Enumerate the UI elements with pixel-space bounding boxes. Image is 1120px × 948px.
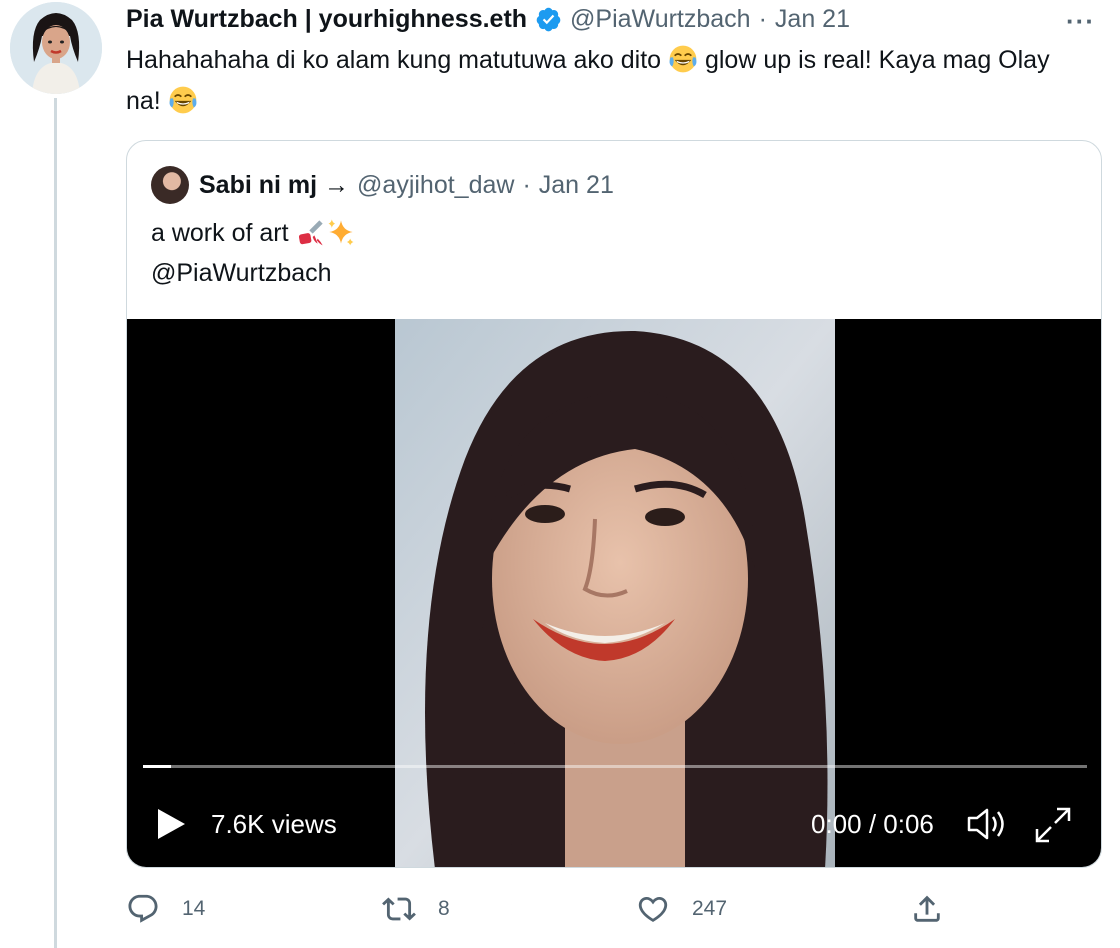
quoted-tweet[interactable]: Sabi ni mj → @ayjihot_daw · Jan 21 a wor…	[126, 140, 1102, 868]
portrait-image	[395, 319, 835, 867]
author-name[interactable]: Pia Wurtzbach | yourhighness.eth	[126, 5, 527, 34]
tweet-actions: 14 8 247	[126, 892, 1102, 932]
reply-count: 14	[182, 897, 206, 920]
quoted-author-name[interactable]: Sabi ni mj →	[199, 171, 349, 200]
video-player[interactable]: 7.6K views 0:00 / 0:06	[127, 319, 1101, 867]
author-handle[interactable]: @PiaWurtzbach	[570, 5, 751, 34]
mention-link[interactable]: @PiaWurtzbach	[151, 253, 356, 293]
retweet-icon	[382, 897, 416, 921]
quoted-separator: ·	[522, 170, 531, 199]
joy-emoji-icon	[669, 45, 697, 73]
fullscreen-icon[interactable]	[1033, 805, 1073, 845]
more-options-icon[interactable]: ···	[1066, 6, 1095, 37]
tweet-text-part1: Hahahahaha di ko alam kung matutuwa ako …	[126, 46, 669, 74]
reply-icon	[128, 894, 158, 923]
quoted-date[interactable]: Jan 21	[539, 171, 614, 200]
video-time: 0:00 / 0:06	[811, 809, 934, 839]
separator: ·	[758, 4, 767, 33]
avatar-illustration	[10, 2, 102, 94]
quoted-text-line1: a work of art	[151, 213, 356, 253]
quoted-author-avatar[interactable]	[151, 166, 189, 204]
tweet-text: Hahahahaha di ko alam kung matutuwa ako …	[126, 40, 1086, 122]
play-icon[interactable]	[155, 807, 187, 841]
author-avatar[interactable]	[10, 2, 102, 94]
heart-icon	[638, 896, 668, 922]
video-thumbnail	[395, 319, 835, 867]
quoted-tweet-text: a work of art @PiaWurtzbach	[151, 213, 356, 293]
like-button[interactable]: 247	[636, 892, 727, 926]
quoted-author-handle[interactable]: @ayjihot_daw	[357, 171, 514, 200]
nail-polish-emoji-icon	[298, 220, 323, 246]
tweet-date[interactable]: Jan 21	[775, 5, 850, 34]
joy-emoji-icon	[169, 86, 197, 114]
share-icon	[914, 895, 940, 922]
sparkles-emoji-icon	[328, 219, 353, 246]
quoted-text-content: a work of art	[151, 219, 296, 247]
tweet-header: Pia Wurtzbach | yourhighness.eth @PiaWur…	[126, 2, 850, 36]
reply-button[interactable]: 14	[126, 892, 205, 926]
retweet-button[interactable]: 8	[382, 892, 450, 926]
volume-icon[interactable]	[965, 805, 1009, 843]
share-button[interactable]	[910, 892, 966, 926]
thread-line	[54, 98, 57, 948]
verified-badge-icon	[536, 7, 561, 31]
quoted-tweet-header: Sabi ni mj → @ayjihot_daw · Jan 21	[151, 166, 614, 204]
video-progress-bar[interactable]	[143, 765, 1087, 768]
video-progress-fill	[143, 765, 172, 768]
video-views: 7.6K views	[211, 809, 337, 839]
retweet-count: 8	[438, 897, 450, 920]
like-count: 247	[692, 897, 728, 920]
